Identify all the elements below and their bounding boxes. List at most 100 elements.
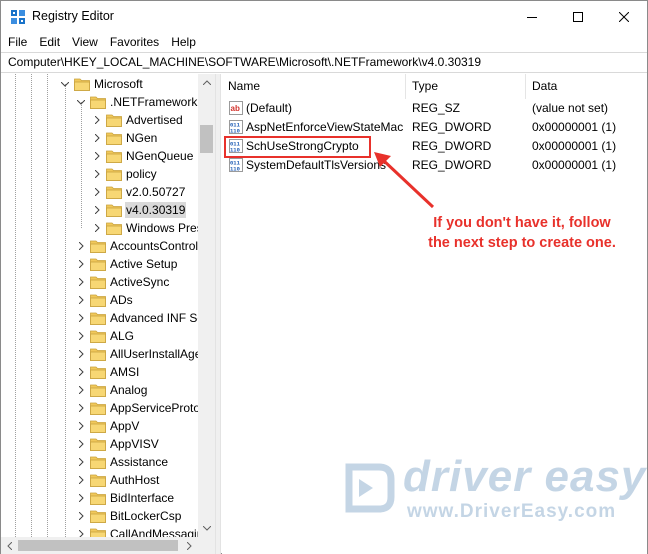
chevron-right-icon[interactable] [91,111,103,129]
tree-item[interactable]: v2.0.50727 [91,183,186,201]
maximize-button[interactable] [555,1,601,32]
column-header-data[interactable]: Data [526,74,647,99]
tree-item[interactable]: ADs [75,291,134,309]
registry-editor-window: Registry Editor File Edit View Favorites… [0,0,648,554]
close-button[interactable] [601,1,647,32]
tree-item[interactable]: Microsoft [59,75,144,93]
menu-file[interactable]: File [2,32,33,52]
value-row[interactable]: ab (Default) REG_SZ (value not set) [222,99,647,117]
tree-item-label: NGenQueue [126,149,194,163]
tree-item[interactable]: Analog [75,381,148,399]
tree-item[interactable]: AppV [75,417,140,435]
folder-icon [90,276,106,289]
tree-item[interactable]: AllUserInstallAgent [75,345,212,363]
tree-item[interactable]: Active Setup [75,255,178,273]
chevron-right-icon[interactable] [75,507,87,525]
svg-text:110: 110 [230,127,240,134]
value-row[interactable]: 011 110 AspNetEnforceViewStateMac REG_DW… [222,118,647,136]
chevron-right-icon[interactable] [75,363,87,381]
scroll-right-button[interactable] [181,537,198,554]
column-header-name[interactable]: Name [222,74,406,99]
watermark-brand: driver easy [403,452,647,501]
address-bar[interactable]: Computer\HKEY_LOCAL_MACHINE\SOFTWARE\Mic… [1,52,647,73]
tree-item[interactable]: AppVISV [75,435,160,453]
chevron-right-icon[interactable] [75,273,87,291]
chevron-right-icon[interactable] [75,453,87,471]
tree-item[interactable]: NGen [91,129,158,147]
chevron-right-icon[interactable] [75,237,87,255]
chevron-right-icon[interactable] [91,147,103,165]
chevron-right-icon[interactable] [75,309,87,327]
chevron-right-icon[interactable] [75,291,87,309]
tree-item[interactable]: policy [91,165,158,183]
tree-item-label: AllUserInstallAgent [110,347,212,361]
tree-item-label: Analog [110,383,148,397]
chevron-right-icon[interactable] [75,345,87,363]
chevron-right-icon[interactable] [91,165,103,183]
chevron-right-icon[interactable] [75,417,87,435]
chevron-right-icon[interactable] [91,183,103,201]
chevron-right-icon[interactable] [75,525,87,537]
tree-item[interactable]: AuthHost [75,471,160,489]
chevron-down-icon[interactable] [75,93,87,111]
annotation-line-2: the next step to create one. [428,235,616,251]
folder-icon [106,114,122,127]
menu-help[interactable]: Help [165,32,202,52]
scroll-down-button[interactable] [198,520,215,537]
tree-item[interactable]: AMSI [75,363,140,381]
tree-item[interactable]: AccountsControl [75,237,199,255]
chevron-right-icon[interactable] [75,399,87,417]
tree-item[interactable]: NGenQueue [91,147,194,165]
title-bar[interactable]: Registry Editor [1,1,647,32]
chevron-right-icon[interactable] [91,129,103,147]
menu-edit[interactable]: Edit [33,32,66,52]
tree-item[interactable]: BitLockerCsp [75,507,182,525]
chevron-right-icon[interactable] [75,489,87,507]
chevron-right-icon[interactable] [91,201,103,219]
tree-hscroll-thumb[interactable] [18,540,178,551]
tree-item-label: Microsoft [94,77,143,91]
tree-item-label: AuthHost [110,473,160,487]
tree-horizontal-scrollbar[interactable] [1,537,215,554]
chevron-right-icon[interactable] [75,327,87,345]
tree-item-label: BitLockerCsp [110,509,182,523]
tree-item[interactable]: v4.0.30319 [91,201,187,219]
watermark-url: www.DriverEasy.com [407,501,617,522]
tree-guide-line [15,74,16,537]
minimize-button[interactable] [509,1,555,32]
tree-item[interactable]: Windows Presentation Foundation [91,219,215,237]
tree-item[interactable]: .NETFramework [75,93,198,111]
menu-favorites[interactable]: Favorites [104,32,165,52]
folder-icon [90,294,106,307]
tree-item[interactable]: CallAndMessagingEnhancement [75,525,215,537]
column-header-type[interactable]: Type [406,74,526,99]
tree-item[interactable]: AppServiceProtocols [75,399,215,417]
chevron-right-icon [187,541,192,550]
tree-item[interactable]: ActiveSync [75,273,170,291]
tree-item[interactable]: Advertised [91,111,184,129]
chevron-down-icon[interactable] [59,75,71,93]
tree-scroll-thumb[interactable] [200,125,213,153]
chevron-right-icon[interactable] [75,255,87,273]
scroll-up-button[interactable] [198,74,215,91]
driver-easy-logo-icon [345,463,395,513]
menu-view[interactable]: View [66,32,104,52]
chevron-right-icon[interactable] [75,381,87,399]
tree-item-label: AccountsControl [110,239,199,253]
folder-icon [90,96,106,109]
tree-vertical-scrollbar[interactable] [198,74,215,537]
chevron-right-icon[interactable] [91,219,103,237]
chevron-up-icon [202,80,211,85]
watermark: driver easy www.DriverEasy.com [339,451,645,531]
tree-item-label: Assistance [110,455,169,469]
chevron-right-icon[interactable] [75,471,87,489]
tree-item[interactable]: Advanced INF Setup [75,309,215,327]
tree-item[interactable]: Assistance [75,453,169,471]
tree-item-label: Active Setup [110,257,178,271]
pane-splitter[interactable] [215,74,221,554]
tree-item[interactable]: BidInterface [75,489,175,507]
scroll-left-button[interactable] [1,537,18,554]
tree-item[interactable]: ALG [75,327,135,345]
folder-icon [90,492,106,505]
chevron-right-icon[interactable] [75,435,87,453]
